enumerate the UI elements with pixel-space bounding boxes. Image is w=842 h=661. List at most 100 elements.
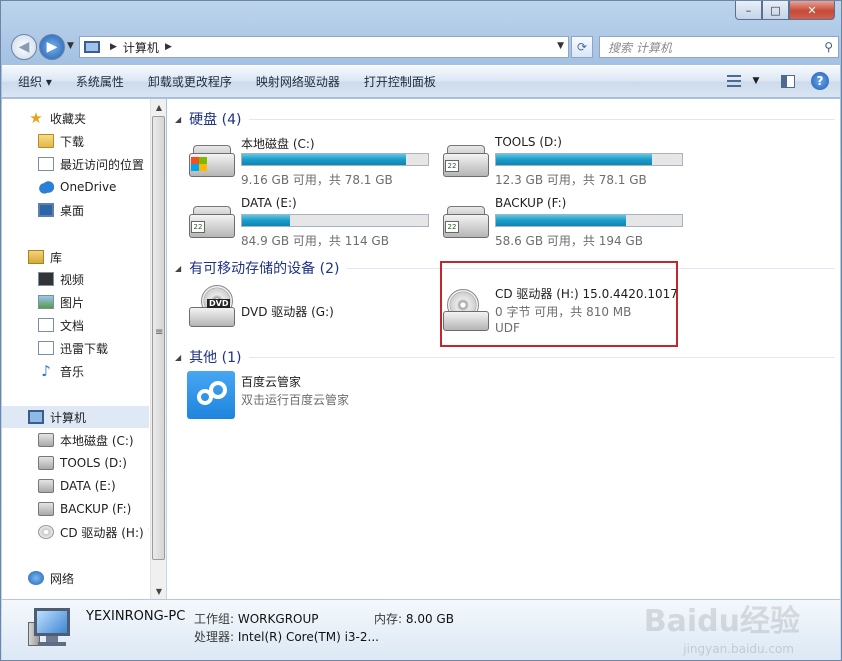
view-dropdown-icon[interactable]: ▼ [746, 72, 766, 90]
drive-name: TOOLS (D:) [495, 135, 562, 149]
scroll-thumb[interactable] [152, 116, 165, 560]
sidebar-item-label: 收藏夹 [50, 111, 87, 126]
watermark-url: jingyan.baidu.com [683, 642, 794, 656]
sidebar-scrollbar[interactable]: ▲ ▼ [150, 99, 166, 599]
drive-item-dvd[interactable]: DVD DVD 驱动器 (G:) [187, 285, 437, 341]
sidebar-item-label: 图片 [60, 295, 85, 310]
navigation-pane: ★ 收藏夹 下载 最近访问的位置 OneDrive 桌面 库 视频 图片 文档 迅… [2, 99, 166, 599]
sidebar-item-drive-e[interactable]: DATA (E:) [2, 475, 149, 497]
address-dropdown[interactable]: ▼ [557, 41, 564, 51]
address-bar[interactable]: ▶ 计算机 ▶ ▼ [79, 36, 569, 58]
help-button[interactable]: ? [810, 72, 830, 90]
hard-drive-icon: 22 [441, 143, 489, 179]
collapse-arrow-icon[interactable]: ◢ [175, 353, 181, 362]
preview-pane-button[interactable] [778, 72, 798, 90]
usage-bar [241, 153, 429, 166]
drive-name: BACKUP (F:) [495, 196, 567, 210]
preview-pane-icon [781, 74, 795, 88]
picture-icon [38, 295, 54, 309]
drive-item-f[interactable]: 22 BACKUP (F:) 58.6 GB 可用，共 194 GB [441, 194, 691, 250]
sidebar-item-onedrive[interactable]: OneDrive [2, 176, 149, 198]
sidebar-item-label: 音乐 [60, 364, 85, 379]
maximize-button[interactable]: □ [762, 1, 789, 20]
dvd-badge: DVD [207, 299, 231, 308]
sidebar-item-downloads[interactable]: 下载 [2, 130, 149, 152]
scroll-down-arrow[interactable]: ▼ [151, 583, 167, 599]
sidebar-item-drive-h[interactable]: CD 驱动器 (H:) 1 [2, 521, 149, 543]
divider [249, 356, 835, 358]
sidebar-item-documents[interactable]: 文档 [2, 314, 149, 336]
sidebar-item-drive-f[interactable]: BACKUP (F:) [2, 498, 149, 520]
sidebar-item-recent[interactable]: 最近访问的位置 [2, 153, 149, 175]
drive-item-d[interactable]: 22 TOOLS (D:) 12.3 GB 可用，共 78.1 GB [441, 133, 691, 189]
download-folder-icon [38, 341, 54, 355]
sidebar-item-label: BACKUP (F:) [60, 502, 132, 516]
chevron-right-icon[interactable]: ▶ [165, 42, 172, 52]
collapse-arrow-icon[interactable]: ◢ [175, 264, 181, 273]
hard-drive-icon [187, 143, 235, 179]
watermark: Baidu经验 [643, 604, 800, 639]
sidebar-item-label: 视频 [60, 272, 85, 287]
sidebar-item-label: 文档 [60, 318, 85, 333]
sidebar-item-favorites[interactable]: ★ 收藏夹 [2, 107, 149, 129]
drive-item-c[interactable]: 本地磁盘 (C:) 9.16 GB 可用，共 78.1 GB [187, 133, 437, 189]
workgroup-field: 工作组: WORKGROUP [194, 612, 319, 626]
collapse-arrow-icon[interactable]: ◢ [175, 115, 181, 124]
back-button[interactable]: ◀ [11, 34, 37, 60]
minimize-button[interactable]: – [735, 1, 762, 20]
cloud-icon [38, 180, 54, 194]
sidebar-item-desktop[interactable]: 桌面 [2, 199, 149, 221]
sidebar-item-videos[interactable]: 视频 [2, 268, 149, 290]
sidebar-item-network[interactable]: 网络 [2, 567, 149, 589]
sidebar-item-libraries[interactable]: 库 [2, 246, 149, 268]
view-options-button[interactable] [724, 72, 744, 90]
recent-pages-dropdown[interactable]: ▼ [67, 41, 74, 51]
open-control-panel-button[interactable]: 打开控制面板 [364, 73, 436, 90]
forward-button[interactable]: ▶ [39, 34, 65, 60]
sidebar-item-label: 网络 [50, 571, 75, 586]
desktop-icon [38, 203, 54, 217]
sidebar-item-pictures[interactable]: 图片 [2, 291, 149, 313]
title-bar: – □ ✕ [1, 1, 841, 29]
processor-field: 处理器: Intel(R) Core(TM) i3-2... [194, 630, 379, 644]
sidebar-item-label: 计算机 [50, 410, 87, 425]
command-toolbar: 组织 ▾ 系统属性 卸载或更改程序 映射网络驱动器 打开控制面板 ▼ ? [2, 65, 840, 98]
computer-icon [28, 410, 44, 424]
sidebar-item-computer[interactable]: 计算机 [2, 406, 149, 428]
usage-bar [241, 214, 429, 227]
search-placeholder: 搜索 计算机 [608, 40, 672, 55]
nav-tree: ★ 收藏夹 下载 最近访问的位置 OneDrive 桌面 库 视频 图片 文档 迅… [2, 99, 149, 599]
group-header-hdd[interactable]: ◢ 硬盘 (4) [175, 109, 835, 129]
sidebar-item-music[interactable]: ♪ 音乐 [2, 360, 149, 382]
system-properties-button[interactable]: 系统属性 [76, 73, 124, 90]
dvd-drive-icon: DVD [187, 285, 235, 327]
scroll-up-arrow[interactable]: ▲ [151, 99, 167, 115]
divider [249, 118, 835, 120]
map-network-drive-button[interactable]: 映射网络驱动器 [256, 73, 340, 90]
search-icon[interactable]: ⚲ [824, 40, 833, 54]
document-icon [38, 318, 54, 332]
hard-drive-icon [38, 502, 54, 516]
drive-item-e[interactable]: 22 DATA (E:) 84.9 GB 可用，共 114 GB [187, 194, 437, 250]
refresh-button[interactable]: ⟳ [571, 36, 593, 58]
drive-name: 本地磁盘 (C:) [241, 137, 315, 151]
recent-places-icon [38, 157, 54, 171]
drive-name: DVD 驱动器 (G:) [241, 305, 334, 319]
video-icon [38, 272, 54, 286]
breadcrumb-computer[interactable]: 计算机 [123, 39, 159, 56]
app-item-baidu-cloud[interactable]: 百度云管家 双击运行百度云管家 [187, 371, 487, 421]
sidebar-item-xunlei[interactable]: 迅雷下载 [2, 337, 149, 359]
organize-menu[interactable]: 组织 ▾ [18, 73, 52, 90]
group-header-other[interactable]: ◢ 其他 (1) [175, 347, 835, 367]
drive-name: DATA (E:) [241, 196, 297, 210]
group-title: 硬盘 (4) [189, 112, 242, 128]
search-input[interactable]: 搜索 计算机 ⚲ [599, 36, 839, 58]
sidebar-item-drive-d[interactable]: TOOLS (D:) [2, 452, 149, 474]
chevron-right-icon[interactable]: ▶ [110, 42, 117, 52]
sidebar-item-drive-c[interactable]: 本地磁盘 (C:) [2, 429, 149, 451]
drive-free-space: 12.3 GB 可用，共 78.1 GB [495, 173, 647, 187]
uninstall-button[interactable]: 卸载或更改程序 [148, 73, 232, 90]
drive-free-space: 58.6 GB 可用，共 194 GB [495, 234, 643, 248]
group-title: 有可移动存储的设备 (2) [189, 261, 340, 277]
close-button[interactable]: ✕ [789, 1, 835, 20]
